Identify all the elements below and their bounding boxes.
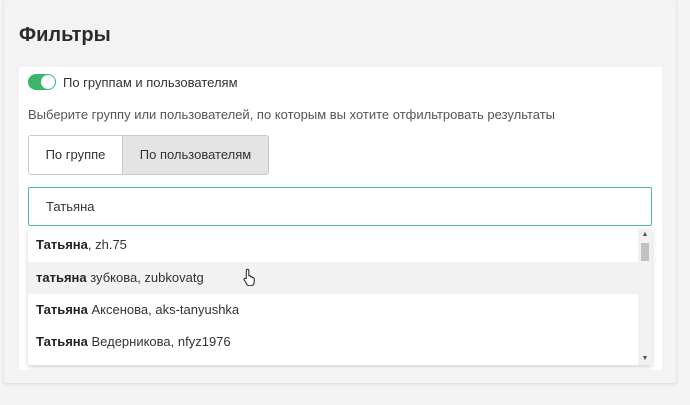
user-search-input[interactable] bbox=[28, 187, 652, 226]
group-user-toggle[interactable] bbox=[28, 74, 56, 90]
scrollbar-thumb[interactable] bbox=[641, 243, 649, 261]
group-user-toggle-row: По группам и пользователям bbox=[28, 73, 238, 91]
filter-hint: Выберите группу или пользователей, по ко… bbox=[28, 107, 556, 122]
suggestion-match: Татьяна bbox=[36, 334, 88, 349]
suggestion-dropdown: Татьяна, zh.75 татьяна зубкова, zubkovat… bbox=[28, 229, 652, 365]
hand-pointer-icon bbox=[243, 268, 255, 286]
filter-mode-switch: По группе По пользователям bbox=[28, 135, 269, 175]
scroll-up-icon[interactable]: ▲ bbox=[638, 229, 652, 241]
suggestion-match: татьяна bbox=[36, 270, 87, 285]
suggestion-rest: , zh.75 bbox=[87, 237, 127, 252]
suggestion-item[interactable]: татьяна зубкова, zubkovatg bbox=[28, 262, 638, 294]
suggestion-item[interactable]: Татьяна Ведерникова, nfyz1976 bbox=[28, 326, 638, 358]
suggestion-match: Татьяна bbox=[36, 302, 88, 317]
suggestion-rest: зубкова, zubkovatg bbox=[86, 270, 204, 285]
by-group-button[interactable]: По группе bbox=[29, 136, 123, 174]
suggestion-item[interactable]: Татьяна, zh.75 bbox=[28, 229, 638, 261]
toggle-label: По группам и пользователям bbox=[63, 74, 238, 90]
scroll-down-icon[interactable]: ▼ bbox=[638, 353, 652, 365]
dropdown-scrollbar[interactable]: ▲ ▼ bbox=[638, 229, 652, 365]
by-users-button[interactable]: По пользователям bbox=[123, 136, 268, 174]
suggestion-rest: Ведерникова, nfyz1976 bbox=[87, 334, 231, 349]
page-title: Фильтры bbox=[19, 24, 111, 46]
toggle-knob bbox=[41, 75, 55, 89]
suggestion-rest: Аксенова, aks-tanyushka bbox=[87, 302, 240, 317]
suggestion-match: Татьяна bbox=[36, 237, 88, 252]
suggestion-item[interactable]: Татьяна Аксенова, aks-tanyushka bbox=[28, 294, 638, 326]
